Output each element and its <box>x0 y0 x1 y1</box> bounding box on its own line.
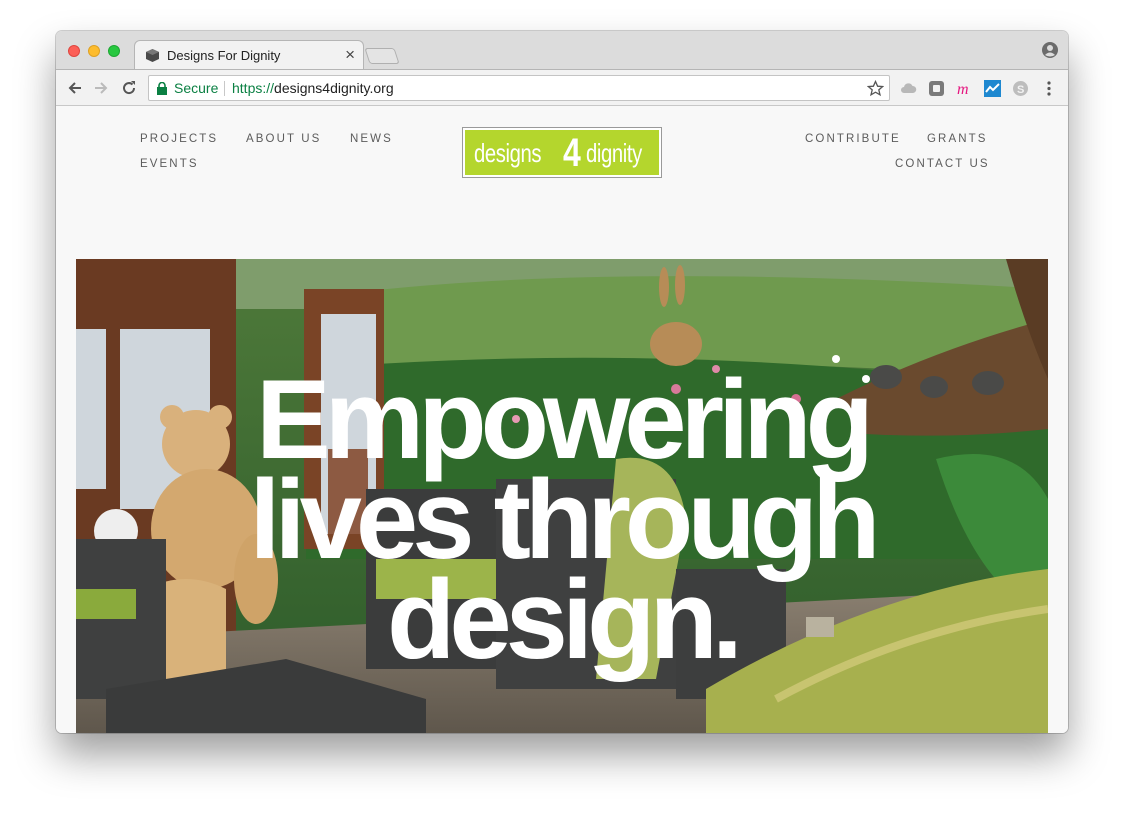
user-profile-icon[interactable] <box>1042 42 1058 58</box>
nav-events[interactable]: EVENTS <box>140 158 199 170</box>
browser-tab[interactable]: Designs For Dignity × <box>134 40 364 70</box>
logo-badge: designs 4 dignity <box>465 130 659 175</box>
tab-title: Designs For Dignity <box>167 48 281 63</box>
hero-banner: Empowering lives through design. <box>76 259 1048 733</box>
hero-line-1: Empowering <box>255 357 874 482</box>
skype-extension-icon[interactable]: S <box>1012 80 1029 97</box>
new-tab-button[interactable] <box>364 48 400 64</box>
hero-headline: Empowering lives through design. <box>76 357 1048 682</box>
nav-contact-us[interactable]: CONTACT US <box>895 158 990 170</box>
back-arrow-icon[interactable] <box>66 79 84 97</box>
globe-favicon <box>146 49 159 62</box>
logo-word-dignity: dignity <box>586 138 642 168</box>
close-window-button[interactable] <box>68 45 80 57</box>
m-extension-icon[interactable]: m <box>956 80 973 97</box>
svg-text:S: S <box>1017 84 1024 96</box>
address-bar[interactable]: Secure https://designs4dignity.org <box>148 75 890 101</box>
logo-word-designs: designs <box>474 138 542 168</box>
url-host: designs4dignity.org <box>274 80 394 96</box>
zoom-window-button[interactable] <box>108 45 120 57</box>
secure-label: Secure <box>174 80 219 96</box>
logo-digit: 4 <box>563 131 581 175</box>
url-text[interactable]: https://designs4dignity.org <box>232 80 394 96</box>
nav-contribute[interactable]: CONTRIBUTE <box>805 133 901 145</box>
hero-line-2: lives through <box>249 457 880 582</box>
lock-icon <box>157 82 167 95</box>
tab-strip: Designs For Dignity × <box>56 31 1068 70</box>
site-logo[interactable]: designs 4 dignity <box>462 127 662 178</box>
nav-news[interactable]: NEWS <box>350 133 393 145</box>
tab-close-icon[interactable]: × <box>345 45 355 65</box>
forward-arrow-icon[interactable] <box>92 79 110 97</box>
svg-text:m: m <box>957 81 969 97</box>
web-page: PROJECTS ABOUT US NEWS EVENTS designs 4 … <box>56 106 1068 733</box>
nav-about-us[interactable]: ABOUT US <box>246 133 321 145</box>
browser-toolbar: Secure https://designs4dignity.org m S <box>56 69 1068 106</box>
hero-line-3: design. <box>386 557 743 682</box>
square-extension-icon[interactable] <box>928 80 945 97</box>
cloud-extension-icon[interactable] <box>900 80 917 97</box>
blue-extension-icon[interactable] <box>984 80 1001 97</box>
omnibox-divider <box>224 81 225 96</box>
minimize-window-button[interactable] <box>88 45 100 57</box>
nav-projects[interactable]: PROJECTS <box>140 133 218 145</box>
url-scheme: https:// <box>232 80 275 96</box>
browser-window: Designs For Dignity × Secure https://des… <box>56 31 1068 733</box>
star-icon[interactable] <box>867 80 884 97</box>
nav-grants[interactable]: GRANTS <box>927 133 988 145</box>
reload-icon[interactable] <box>120 79 138 97</box>
kebab-menu-icon[interactable] <box>1044 80 1054 97</box>
